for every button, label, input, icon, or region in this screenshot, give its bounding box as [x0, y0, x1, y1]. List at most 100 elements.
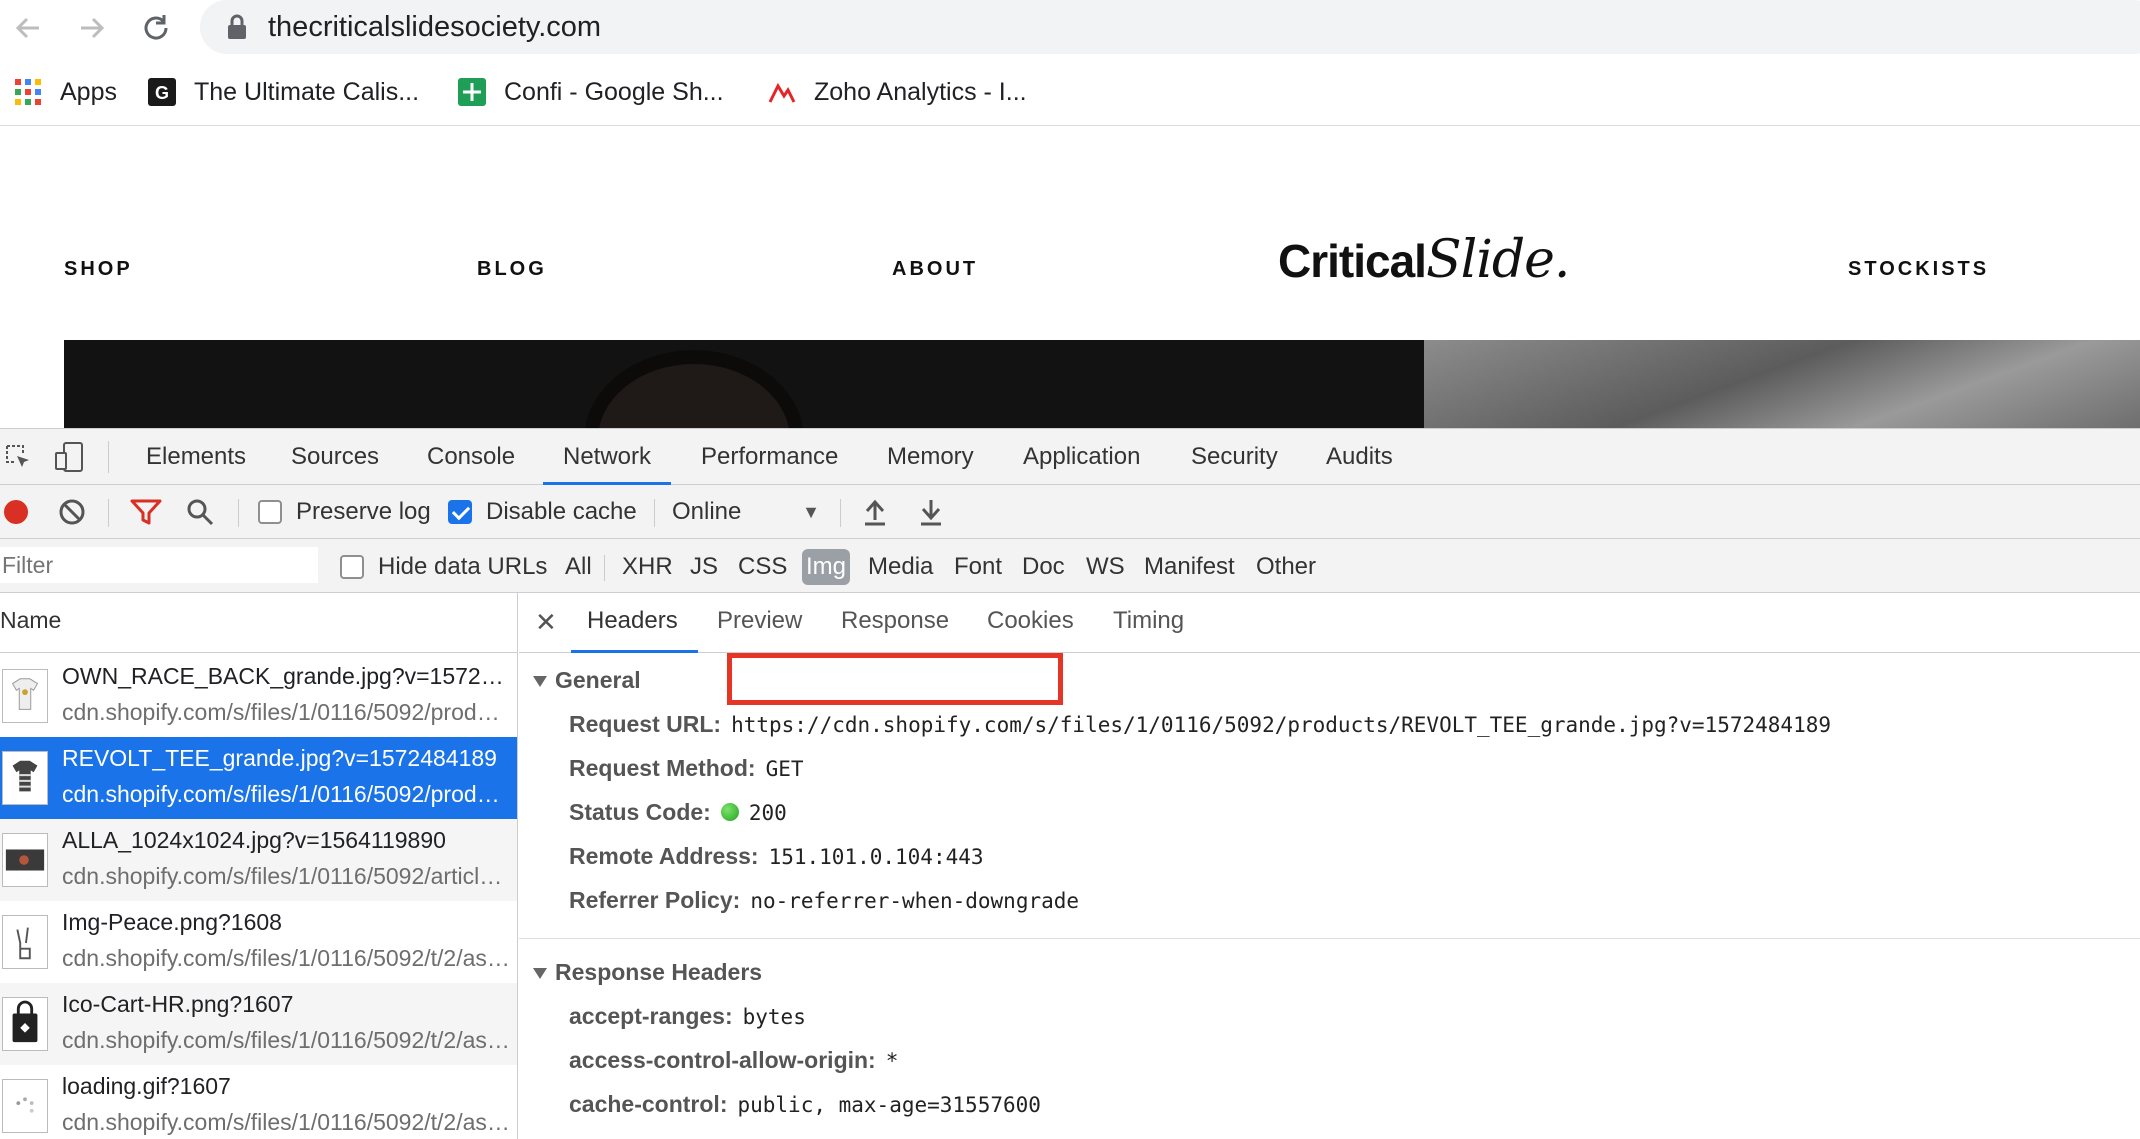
- request-row-selected[interactable]: REVOLT_TEE_grande.jpg?v=1572484189 cdn.s…: [0, 737, 517, 819]
- clear-button[interactable]: [58, 495, 86, 529]
- tab-console[interactable]: Console: [423, 429, 519, 485]
- reload-button[interactable]: [136, 8, 176, 48]
- back-button[interactable]: [8, 8, 48, 48]
- tab-audits[interactable]: Audits: [1322, 429, 1397, 485]
- tab-headers[interactable]: Headers: [571, 593, 698, 653]
- filter-type-media[interactable]: Media: [868, 549, 933, 585]
- filter-type-font[interactable]: Font: [954, 549, 1002, 585]
- tab-network[interactable]: Network: [542, 429, 672, 485]
- header-value: https://cdn.shopify.com/s/files/1/0116/5…: [731, 713, 1832, 737]
- status-ok-icon: [720, 802, 739, 821]
- record-button[interactable]: [2, 495, 30, 529]
- devtools-tab-bar: Elements Sources Console Network Perform…: [0, 429, 2140, 485]
- header-value: *: [885, 1049, 899, 1073]
- request-path: cdn.shopify.com/s/files/1/0116/5092/prod…: [62, 781, 512, 807]
- hide-data-urls-checkbox[interactable]: Hide data URLs: [340, 549, 547, 585]
- filter-type-img[interactable]: Img: [802, 549, 851, 585]
- request-name: ALLA_1024x1024.jpg?v=1564119890: [62, 827, 446, 853]
- site-nav-shop[interactable]: SHOP: [64, 258, 133, 281]
- devtools-panel: Elements Sources Console Network Perform…: [0, 428, 2140, 1139]
- filter-funnel-icon: [130, 499, 162, 525]
- divider: [519, 938, 2140, 939]
- remote-address-row: Remote Address: 151.101.0.104:443: [569, 843, 984, 870]
- filter-type-xhr[interactable]: XHR: [622, 549, 673, 585]
- header-value: GET: [765, 757, 804, 781]
- tab-memory[interactable]: Memory: [883, 429, 978, 485]
- site-logo[interactable]: CriticalSlide.: [1278, 230, 1570, 290]
- site-nav-about[interactable]: ABOUT: [892, 258, 978, 281]
- request-path: cdn.shopify.com/s/files/1/0116/5092/t/2/…: [62, 1027, 512, 1053]
- tab-response[interactable]: Response: [841, 593, 949, 653]
- detail-tab-bar: ✕ Headers Preview Response Cookies Timin…: [519, 593, 2140, 653]
- checkbox-unchecked[interactable]: [258, 500, 282, 524]
- response-headers-section-toggle[interactable]: Response Headers: [533, 959, 762, 986]
- request-url-row: Request URL: https://cdn.shopify.com/s/fi…: [569, 711, 1831, 738]
- disable-cache-label: Disable cache: [486, 498, 637, 525]
- bookmark-confi-sheet[interactable]: Confi - Google Sh...: [458, 72, 724, 112]
- filter-type-other[interactable]: Other: [1256, 549, 1316, 585]
- tab-preview[interactable]: Preview: [717, 593, 802, 653]
- record-icon: [4, 500, 28, 524]
- filter-type-css[interactable]: CSS: [738, 549, 787, 585]
- inspect-element-icon[interactable]: [4, 443, 32, 471]
- filter-type-ws[interactable]: WS: [1086, 549, 1125, 585]
- request-path: cdn.shopify.com/s/files/1/0116/5092/t/2/…: [62, 945, 512, 971]
- divider: [238, 499, 239, 527]
- bookmarks-bar: Apps G The Ultimate Calis... Confi - Goo…: [0, 62, 2140, 126]
- request-name: loading.gif?1607: [62, 1073, 231, 1099]
- header-key: Remote Address:: [569, 843, 759, 869]
- throttling-select[interactable]: Online ▼: [672, 495, 820, 529]
- preserve-log-checkbox[interactable]: Preserve log: [258, 495, 431, 529]
- filter-type-doc[interactable]: Doc: [1022, 549, 1065, 585]
- export-har-button[interactable]: [918, 495, 944, 529]
- disable-cache-checkbox[interactable]: Disable cache: [448, 495, 637, 529]
- filter-type-js[interactable]: JS: [690, 549, 718, 585]
- close-icon[interactable]: ✕: [535, 607, 557, 638]
- annotation-highlight-box: [727, 653, 1063, 705]
- bookmark-calisthenics[interactable]: G The Ultimate Calis...: [148, 72, 419, 112]
- filter-type-manifest[interactable]: Manifest: [1144, 549, 1235, 585]
- general-section-toggle[interactable]: General: [533, 667, 641, 694]
- tab-elements[interactable]: Elements: [142, 429, 250, 485]
- request-row[interactable]: loading.gif?1607 cdn.shopify.com/s/files…: [0, 1065, 517, 1139]
- tab-timing[interactable]: Timing: [1113, 593, 1184, 653]
- request-row[interactable]: Ico-Cart-HR.png?1607 cdn.shopify.com/s/f…: [0, 983, 517, 1065]
- device-toolbar-icon[interactable]: [54, 441, 86, 473]
- bookmark-zoho-analytics[interactable]: Zoho Analytics - I...: [768, 72, 1027, 112]
- filter-type-all[interactable]: All: [565, 549, 592, 585]
- apps-grid-icon: [15, 79, 41, 105]
- status-code-row: Status Code: 200: [569, 799, 787, 826]
- tab-sources[interactable]: Sources: [287, 429, 383, 485]
- tab-security[interactable]: Security: [1187, 429, 1282, 485]
- bookmark-apps[interactable]: Apps: [14, 72, 117, 112]
- response-header-row: access-control-allow-origin: *: [569, 1047, 898, 1074]
- request-detail-pane: ✕ Headers Preview Response Cookies Timin…: [519, 593, 2140, 1139]
- tab-performance[interactable]: Performance: [697, 429, 842, 485]
- column-header-name[interactable]: Name: [0, 593, 517, 653]
- header-key: Request URL:: [569, 711, 722, 737]
- request-row[interactable]: OWN_RACE_BACK_grande.jpg?v=1572484189 cd…: [0, 655, 517, 737]
- tab-cookies[interactable]: Cookies: [987, 593, 1074, 653]
- import-har-button[interactable]: [862, 495, 888, 529]
- forward-button[interactable]: [72, 8, 112, 48]
- site-nav-blog[interactable]: BLOG: [477, 258, 547, 281]
- request-row[interactable]: ALLA_1024x1024.jpg?v=1564119890 cdn.shop…: [0, 819, 517, 901]
- tab-application[interactable]: Application: [1019, 429, 1144, 485]
- hero-image-left: [64, 340, 1424, 428]
- checkbox-unchecked[interactable]: [340, 555, 364, 579]
- clear-icon: [59, 499, 85, 525]
- site-nav-stockists[interactable]: STOCKISTS: [1848, 258, 1989, 281]
- tshirt-thumbnail-icon: [2, 669, 48, 723]
- request-path: cdn.shopify.com/s/files/1/0116/5092/t/2/…: [62, 1109, 512, 1135]
- search-button[interactable]: [186, 495, 214, 529]
- request-row[interactable]: Img-Peace.png?1608 cdn.shopify.com/s/fil…: [0, 901, 517, 983]
- url-text[interactable]: thecriticalslidesociety.com: [268, 8, 601, 46]
- referrer-policy-row: Referrer Policy: no-referrer-when-downgra…: [569, 887, 1079, 914]
- response-header-row: accept-ranges: bytes: [569, 1003, 806, 1030]
- checkbox-checked[interactable]: [448, 500, 472, 524]
- filter-input[interactable]: [0, 547, 318, 583]
- filter-toggle-button[interactable]: [130, 495, 162, 529]
- divider: [840, 499, 841, 527]
- request-list: Name OWN_RACE_BACK_grande.jpg?v=15724841…: [0, 593, 518, 1139]
- header-key: cache-control:: [569, 1091, 728, 1117]
